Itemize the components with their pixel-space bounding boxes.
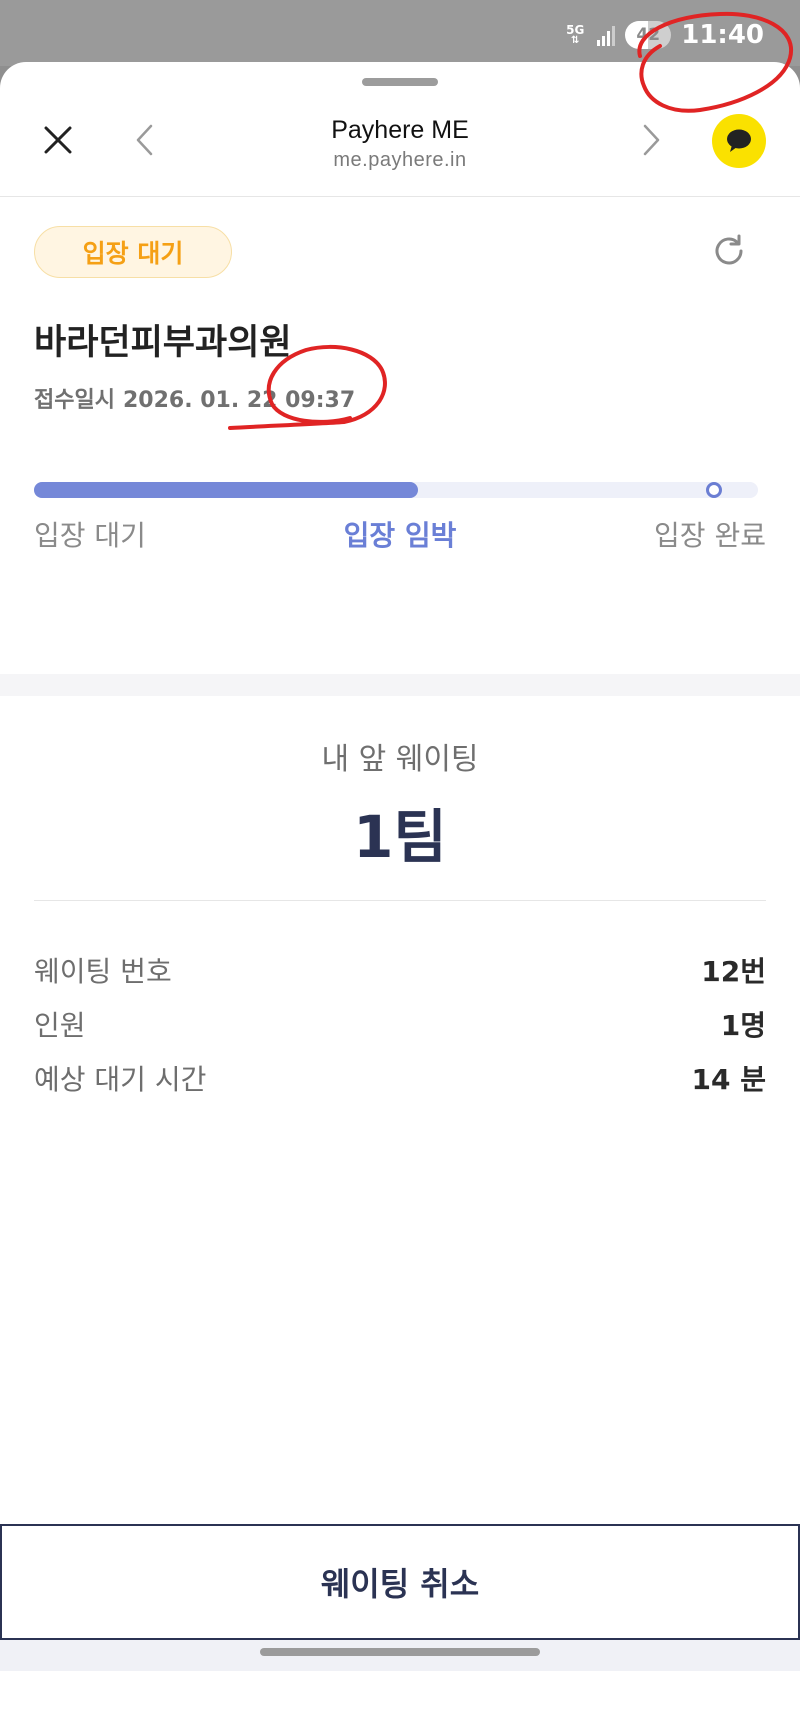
progress-track	[34, 482, 758, 498]
forward-button[interactable]	[632, 118, 672, 162]
progress-fill	[34, 482, 418, 498]
bottom-sheet: Payhere ME me.payhere.in	[0, 62, 800, 1733]
data-arrows-icon: ⇅	[571, 35, 580, 46]
step-label-waiting: 입장 대기	[34, 519, 146, 552]
browser-header: Payhere ME me.payhere.in	[0, 94, 800, 197]
back-button[interactable]	[124, 118, 164, 162]
detail-row-waiting-number: 웨이팅 번호 12번	[34, 950, 766, 990]
detail-value: 1명	[720, 1009, 766, 1042]
drag-handle[interactable]	[362, 78, 438, 86]
chevron-right-icon	[643, 124, 660, 156]
kakao-chat-icon	[727, 129, 751, 152]
progress-end-dot	[706, 482, 722, 498]
detail-value: 12번	[701, 955, 766, 988]
detail-value: 14 분	[691, 1063, 766, 1096]
site-url: me.payhere.in	[333, 149, 467, 171]
kakao-chat-button[interactable]	[712, 114, 766, 168]
section-divider	[0, 674, 800, 696]
ahead-value: 1팀	[353, 803, 447, 871]
battery-level: 42	[636, 25, 661, 45]
header-titles: Payhere ME me.payhere.in	[200, 114, 600, 174]
status-badge: 입장 대기	[34, 226, 232, 278]
cancel-waiting-button[interactable]: 웨이팅 취소	[0, 1524, 800, 1640]
home-gesture-pill[interactable]	[260, 1648, 540, 1656]
close-icon	[44, 126, 72, 154]
battery-icon: 42	[625, 21, 672, 49]
network-indicator: 5G ⇅	[563, 24, 587, 46]
chevron-left-icon	[136, 124, 153, 156]
refresh-icon	[715, 234, 743, 265]
signal-icon	[597, 24, 616, 46]
detail-row-party-size: 인원 1명	[34, 1004, 766, 1044]
info-divider	[34, 900, 766, 901]
status-clock: 11:40	[681, 20, 764, 50]
detail-row-estimated-wait: 예상 대기 시간 14 분	[34, 1058, 766, 1098]
clinic-name: 바라던피부과의원	[34, 323, 292, 363]
refresh-button[interactable]	[706, 228, 752, 274]
site-title: Payhere ME	[331, 116, 469, 144]
close-button[interactable]	[36, 118, 80, 162]
step-label-imminent: 입장 임박	[343, 519, 457, 552]
step-label-complete: 입장 완료	[654, 519, 766, 552]
received-datetime-line: 접수일시 2026. 01. 22 09:37	[34, 382, 355, 414]
detail-label: 인원	[34, 1009, 86, 1042]
gesture-bar-area	[0, 1640, 800, 1671]
detail-label: 웨이팅 번호	[34, 955, 172, 988]
received-datetime: 2026. 01. 22 09:37	[122, 388, 356, 413]
status-bar: 5G ⇅ 42 11:40	[0, 0, 800, 66]
status-icons: 5G ⇅ 42 11:40	[563, 20, 764, 50]
received-label: 접수일시	[34, 388, 115, 413]
detail-label: 예상 대기 시간	[34, 1063, 207, 1096]
ahead-label: 내 앞 웨이팅	[321, 742, 479, 777]
